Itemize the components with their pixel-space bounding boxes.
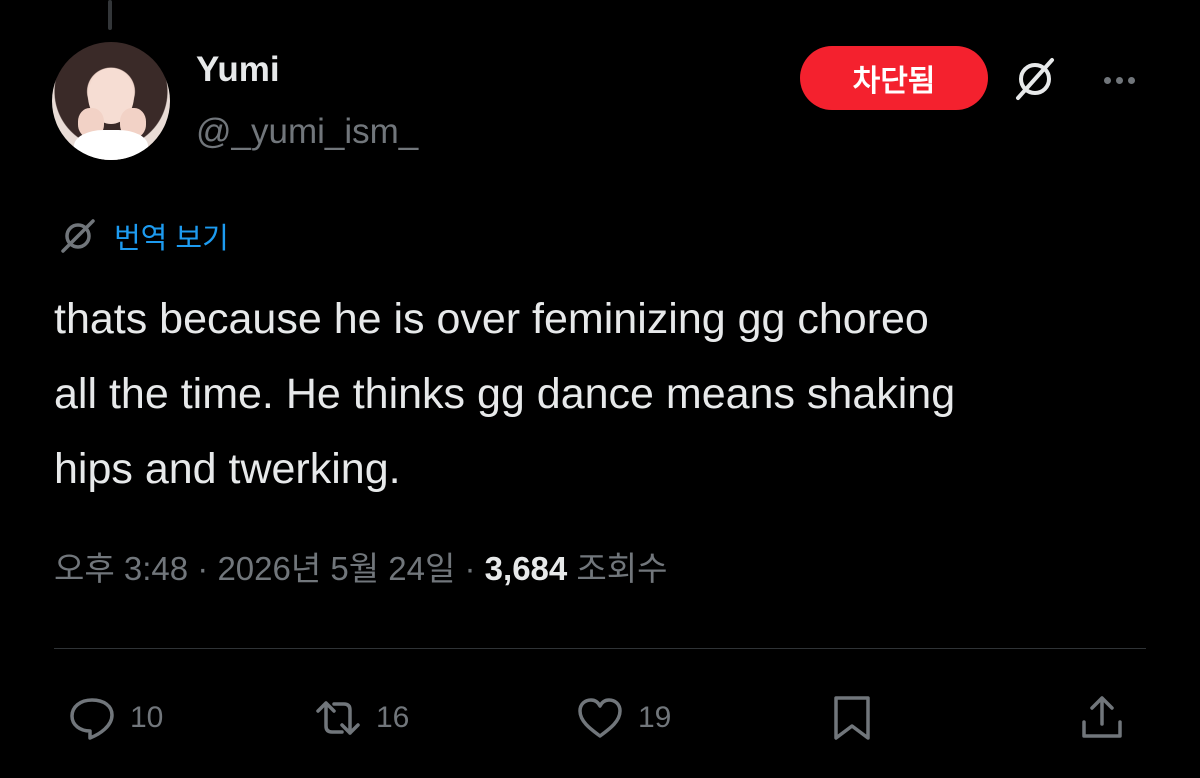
more-dot bbox=[1127, 76, 1135, 84]
avatar[interactable] bbox=[52, 42, 170, 160]
views-label[interactable]: 조회수 bbox=[567, 550, 667, 587]
more-dot bbox=[1103, 76, 1111, 84]
tweet-time[interactable]: 오후 3:48 bbox=[54, 550, 188, 587]
more-dot bbox=[1115, 76, 1123, 84]
bookmark-icon bbox=[834, 696, 870, 740]
heart-icon bbox=[578, 698, 622, 738]
avatar-clothing bbox=[74, 130, 148, 160]
blocked-button[interactable]: 차단됨 bbox=[800, 46, 988, 110]
share-icon bbox=[1082, 696, 1122, 738]
translate-label: 번역 보기 bbox=[114, 223, 229, 255]
meta-separator: · bbox=[188, 550, 218, 587]
reply-count: 10 bbox=[130, 701, 164, 734]
like-count: 19 bbox=[638, 701, 672, 734]
repost-count: 16 bbox=[376, 701, 410, 734]
share-button[interactable] bbox=[1076, 690, 1128, 746]
like-button[interactable]: 19 bbox=[574, 690, 671, 746]
reply-icon bbox=[70, 698, 114, 740]
reply-button[interactable]: 10 bbox=[66, 690, 163, 746]
bookmark-button[interactable] bbox=[826, 690, 878, 746]
author-handle[interactable]: @_yumi_ism_ bbox=[196, 112, 418, 152]
repost-icon bbox=[316, 701, 360, 735]
grok-icon[interactable] bbox=[1010, 54, 1060, 104]
tweet-metadata: 오후 3:48 · 2026년 5월 24일 · 3,684 조회수 bbox=[54, 542, 668, 590]
views-count[interactable]: 3,684 bbox=[485, 550, 568, 587]
tweet-text-line: hips and twerking. bbox=[54, 445, 401, 493]
tweet-text-line: thats because he is over feminizing gg c… bbox=[54, 295, 929, 343]
divider bbox=[54, 648, 1146, 649]
translate-link[interactable]: 번역 보기 bbox=[58, 214, 229, 258]
author-display-name[interactable]: Yumi bbox=[196, 50, 280, 90]
translate-icon bbox=[61, 219, 95, 253]
repost-button[interactable]: 16 bbox=[312, 690, 409, 746]
meta-separator: · bbox=[455, 550, 485, 587]
tweet-text: thats because he is over feminizing gg c… bbox=[54, 282, 1154, 507]
thread-connector-line bbox=[108, 0, 112, 30]
tweet-date[interactable]: 2026년 5월 24일 bbox=[217, 550, 455, 587]
more-icon[interactable] bbox=[1094, 60, 1144, 100]
tweet-text-line: all the time. He thinks gg dance means s… bbox=[54, 370, 956, 418]
